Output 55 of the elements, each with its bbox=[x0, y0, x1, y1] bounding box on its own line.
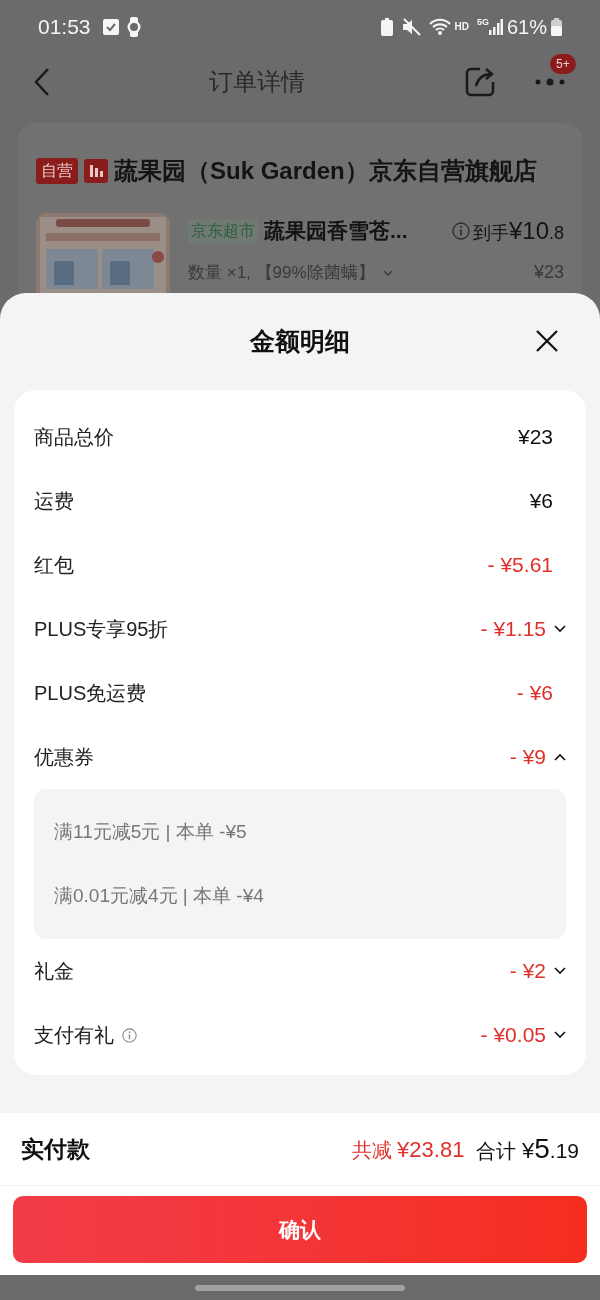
price-after-discount: 到手¥10.8 bbox=[472, 216, 564, 246]
battery-saver-icon bbox=[380, 17, 393, 36]
row-amount: ¥23 bbox=[517, 424, 553, 451]
row-amount: - ¥0.05 bbox=[480, 1022, 546, 1049]
close-icon[interactable] bbox=[536, 330, 558, 352]
row-amount: - ¥9 bbox=[509, 744, 546, 771]
watch-icon bbox=[126, 16, 141, 37]
row-amount: - ¥1.15 bbox=[480, 616, 546, 643]
total-price: 合计 ¥5.19 bbox=[476, 1132, 579, 1166]
signal-type-label: 5G bbox=[476, 16, 489, 29]
row-label: 优惠券 bbox=[34, 745, 94, 770]
network-label: HD bbox=[454, 20, 469, 35]
wifi-icon bbox=[428, 17, 451, 36]
total-discount: 共减 ¥23.81 bbox=[351, 1135, 465, 1164]
amount-paid-label: 实付款 bbox=[21, 1134, 90, 1164]
store-name[interactable]: 蔬果园（Suk Garden）京东自营旗舰店 bbox=[114, 153, 537, 189]
sheet-title: 金额明细 bbox=[250, 325, 350, 357]
store-tag: 自营 bbox=[36, 158, 78, 184]
mute-icon bbox=[400, 17, 421, 36]
more-icon[interactable] bbox=[534, 76, 566, 87]
chevron-up-icon[interactable] bbox=[554, 753, 566, 761]
checkbox-notification-icon bbox=[102, 18, 119, 35]
original-price: ¥23 bbox=[533, 261, 564, 284]
signal-icon bbox=[488, 18, 503, 35]
row-label: PLUS免运费 bbox=[34, 681, 147, 706]
store-logo-icon bbox=[84, 159, 108, 183]
product-name[interactable]: 蔬果园香雪苍... bbox=[264, 215, 408, 247]
notification-badge: 5+ bbox=[550, 53, 576, 74]
caret-icon[interactable] bbox=[382, 269, 393, 276]
row-amount: - ¥5.61 bbox=[487, 552, 553, 579]
confirm-button[interactable]: 确认 bbox=[13, 1196, 587, 1263]
battery-icon bbox=[551, 17, 562, 36]
row-label: 运费 bbox=[34, 489, 74, 514]
battery-percent: 61% bbox=[506, 14, 547, 40]
status-time: 01:53 bbox=[38, 13, 91, 40]
coupon-detail: 满0.01元减4元 | 本单 -¥4 bbox=[54, 883, 264, 908]
info-icon[interactable] bbox=[451, 222, 470, 240]
product-tag: 京东超市 bbox=[188, 219, 258, 243]
home-indicator[interactable] bbox=[195, 1284, 405, 1291]
row-label: 红包 bbox=[34, 553, 74, 578]
share-icon[interactable] bbox=[464, 65, 496, 98]
row-amount: - ¥6 bbox=[516, 680, 553, 707]
row-amount: - ¥2 bbox=[509, 958, 546, 985]
info-icon[interactable] bbox=[122, 1027, 137, 1043]
page-title: 订单详情 bbox=[209, 66, 305, 97]
row-amount: ¥6 bbox=[529, 488, 553, 515]
chevron-down-icon[interactable] bbox=[554, 1031, 566, 1039]
back-icon[interactable] bbox=[34, 66, 50, 97]
row-label: PLUS专享95折 bbox=[34, 617, 169, 642]
coupon-detail: 满11元减5元 | 本单 -¥5 bbox=[54, 819, 247, 844]
row-label: 支付有礼 bbox=[34, 1023, 114, 1048]
row-label: 礼金 bbox=[34, 959, 74, 984]
row-label: 商品总价 bbox=[34, 425, 114, 450]
chevron-down-icon[interactable] bbox=[554, 625, 566, 633]
chevron-down-icon[interactable] bbox=[554, 967, 566, 975]
